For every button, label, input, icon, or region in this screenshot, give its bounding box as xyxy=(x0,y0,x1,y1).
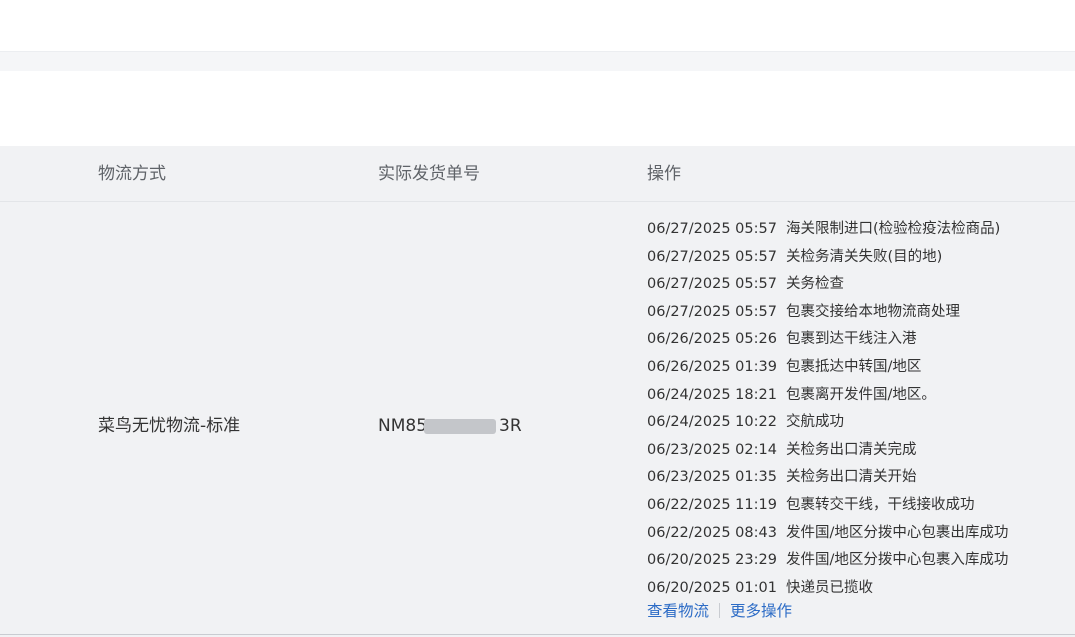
event-time: 06/20/2025 23:29 xyxy=(647,552,777,569)
event-description: 快递员已揽收 xyxy=(785,579,873,596)
event-description: 包裹离开发件国/地区。 xyxy=(785,386,936,403)
event-description: 关检务出口清关完成 xyxy=(785,441,917,458)
tracking-number-prefix: NM85 xyxy=(378,416,428,436)
event-time: 06/22/2025 08:43 xyxy=(647,524,777,541)
row-divider xyxy=(0,634,1075,635)
event-description: 发件国/地区分拨中心包裹入库成功 xyxy=(785,552,1009,569)
tracking-event: 06/26/2025 01:39 包裹抵达中转国/地区 xyxy=(647,354,1008,382)
tracking-events-list: 06/27/2025 05:57 海关限制进口(检验检疫法检商品) 06/27/20… xyxy=(647,216,1008,602)
tracking-event: 06/22/2025 08:43 发件国/地区分拨中心包裹出库成功 xyxy=(647,520,1008,548)
event-description: 关检务出口清关开始 xyxy=(785,469,917,486)
event-time: 06/23/2025 01:35 xyxy=(647,469,777,486)
tracking-event: 06/22/2025 11:19 包裹转交干线，干线接收成功 xyxy=(647,492,1008,520)
event-time: 06/23/2025 02:14 xyxy=(647,441,777,458)
event-description: 关检务清关失败(目的地) xyxy=(785,248,943,265)
row-actions: 查看物流 更多操作 xyxy=(647,600,792,622)
header-shipping-method: 物流方式 xyxy=(98,164,166,184)
tracking-number: NM85 3R xyxy=(378,414,522,438)
tracking-number-suffix: 3R xyxy=(499,416,522,436)
tracking-event: 06/24/2025 18:21 包裹离开发件国/地区。 xyxy=(647,382,1008,410)
table-row: 菜鸟无忧物流-标准 NM85 3R 06/27/2025 05:57 海关限制进口(… xyxy=(0,202,1075,634)
tracking-event: 06/27/2025 05:57 包裹交接给本地物流商处理 xyxy=(647,299,1008,327)
blank-panel xyxy=(0,71,1075,146)
tracking-event: 06/27/2025 05:57 海关限制进口(检验检疫法检商品) xyxy=(647,216,1008,244)
event-time: 06/27/2025 05:57 xyxy=(647,276,777,293)
event-time: 06/27/2025 05:57 xyxy=(647,221,777,237)
event-time: 06/27/2025 05:57 xyxy=(647,248,777,265)
shipping-table: 物流方式 实际发货单号 操作 菜鸟无忧物流-标准 NM85 3R 06/27/20… xyxy=(0,146,1075,637)
event-description: 包裹转交干线，干线接收成功 xyxy=(785,496,975,513)
event-time: 06/26/2025 05:26 xyxy=(647,331,777,348)
header-tracking-number: 实际发货单号 xyxy=(378,164,480,184)
event-description: 发件国/地区分拨中心包裹出库成功 xyxy=(785,524,1009,541)
event-time: 06/20/2025 01:01 xyxy=(647,579,777,596)
section-divider xyxy=(0,51,1075,71)
event-time: 06/24/2025 10:22 xyxy=(647,414,777,431)
tracking-number-cell: NM85 3R xyxy=(378,414,522,438)
tracking-event: 06/23/2025 02:14 关检务出口清关完成 xyxy=(647,437,1008,465)
event-description: 交航成功 xyxy=(785,414,844,431)
tracking-event: 06/27/2025 05:57 关务检查 xyxy=(647,271,1008,299)
event-description: 包裹到达干线注入港 xyxy=(785,331,917,348)
event-time: 06/24/2025 18:21 xyxy=(647,386,777,403)
table-header: 物流方式 实际发货单号 操作 xyxy=(0,146,1075,202)
header-operations: 操作 xyxy=(647,164,681,184)
top-panel xyxy=(0,0,1075,51)
event-time: 06/22/2025 11:19 xyxy=(647,496,777,513)
event-description: 包裹抵达中转国/地区 xyxy=(785,358,922,375)
shipping-method-cell: 菜鸟无忧物流-标准 xyxy=(98,416,241,436)
event-description: 关务检查 xyxy=(785,276,844,293)
event-description: 海关限制进口(检验检疫法检商品) xyxy=(785,221,1001,237)
tracking-event: 06/26/2025 05:26 包裹到达干线注入港 xyxy=(647,326,1008,354)
event-description: 包裹交接给本地物流商处理 xyxy=(785,303,960,320)
tracking-event: 06/27/2025 05:57 关检务清关失败(目的地) xyxy=(647,244,1008,272)
tracking-event: 06/20/2025 23:29 发件国/地区分拨中心包裹入库成功 xyxy=(647,547,1008,575)
tracking-event: 06/23/2025 01:35 关检务出口清关开始 xyxy=(647,464,1008,492)
tracking-event: 06/20/2025 01:01 快递员已揽收 xyxy=(647,575,1008,603)
tracking-event: 06/24/2025 10:22 交航成功 xyxy=(647,409,1008,437)
redaction-blur xyxy=(424,419,496,434)
event-time: 06/27/2025 05:57 xyxy=(647,303,777,320)
page: 物流方式 实际发货单号 操作 菜鸟无忧物流-标准 NM85 3R 06/27/20… xyxy=(0,0,1075,637)
action-separator xyxy=(719,603,721,618)
more-actions-link[interactable]: 更多操作 xyxy=(730,602,792,620)
event-time: 06/26/2025 01:39 xyxy=(647,358,777,375)
view-logistics-link[interactable]: 查看物流 xyxy=(647,602,709,620)
